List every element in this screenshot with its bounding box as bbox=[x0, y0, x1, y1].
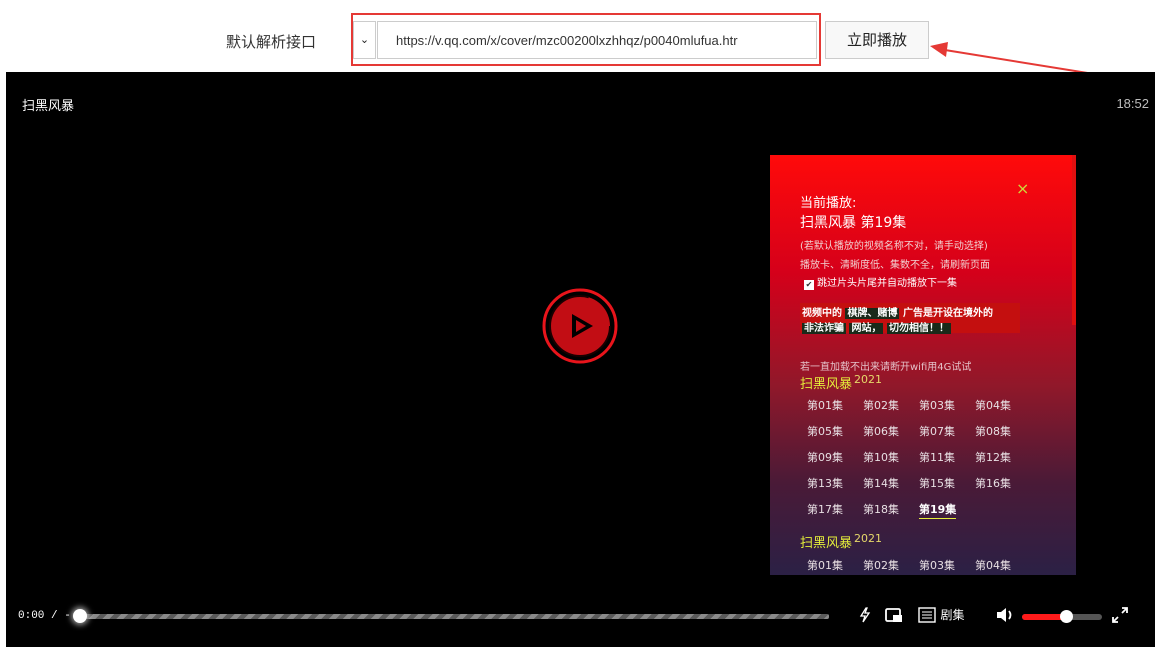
episode-item[interactable]: 第15集 bbox=[919, 475, 955, 491]
warning-highlight: 网站， bbox=[849, 323, 884, 334]
series-year: 2021 bbox=[854, 532, 883, 545]
fullscreen-icon[interactable] bbox=[1111, 603, 1129, 627]
episode-item[interactable]: 第12集 bbox=[975, 449, 1011, 465]
episode-item[interactable]: 第06集 bbox=[863, 423, 899, 439]
scam-warning: 视频中的 棋牌、赌博 广告是开设在境外的 非法诈骗 网站， 切勿相信！！ bbox=[800, 303, 1020, 334]
parser-toolbar: 默认解析接口 ⌄ 立即播放 bbox=[0, 0, 1155, 72]
play-circle-icon bbox=[542, 288, 618, 364]
chevron-down-icon: ⌄ bbox=[359, 33, 370, 46]
episode-item[interactable]: 第04集 bbox=[975, 397, 1011, 413]
series-title[interactable]: 扫黑风暴 2021 bbox=[800, 373, 882, 392]
series-name: 扫黑风暴 bbox=[800, 536, 853, 551]
episode-item[interactable]: 第10集 bbox=[863, 449, 899, 465]
episode-item[interactable]: 第07集 bbox=[919, 423, 955, 439]
warning-highlight: 非法诈骗 bbox=[802, 323, 846, 334]
episode-item[interactable]: 第04集 bbox=[975, 557, 1011, 573]
skip-intro-label: 跳过片头片尾并自动播放下一集 bbox=[817, 278, 957, 289]
progress-handle[interactable] bbox=[73, 609, 87, 623]
warning-highlight: 棋牌、赌博 bbox=[845, 308, 900, 319]
video-url-input[interactable] bbox=[377, 21, 817, 59]
list-icon bbox=[918, 607, 936, 623]
episode-item[interactable]: 第03集 bbox=[919, 557, 955, 573]
current-time: 0:00 / - bbox=[18, 610, 71, 622]
series-year: 2021 bbox=[854, 373, 883, 386]
episode-panel: × 当前播放: 扫黑风暴 第19集 (若默认播放的视频名称不对，请手动选择) 播… bbox=[770, 155, 1076, 575]
series-title[interactable]: 扫黑风暴 2021 bbox=[800, 532, 882, 551]
video-title: 扫黑风暴 bbox=[22, 99, 75, 114]
now-playing-title: 扫黑风暴 第19集 bbox=[800, 215, 907, 231]
checkbox-check-icon: ✔ bbox=[804, 280, 814, 290]
episodes-button[interactable]: 剧集 bbox=[918, 603, 964, 627]
video-player[interactable]: 扫黑风暴 18:52 × 当前播放: 扫黑风暴 第19集 (若默认播放的视频名称… bbox=[6, 72, 1155, 647]
episode-item[interactable]: 第11集 bbox=[919, 449, 955, 465]
episode-item[interactable]: 第14集 bbox=[863, 475, 899, 491]
warning-text: 广告是开设在境外的 bbox=[902, 308, 993, 319]
episode-item[interactable]: 第17集 bbox=[807, 501, 843, 517]
episode-item[interactable]: 第08集 bbox=[975, 423, 1011, 439]
episode-item[interactable]: 第13集 bbox=[807, 475, 843, 491]
clock: 18:52 bbox=[1116, 96, 1149, 111]
episode-item[interactable]: 第16集 bbox=[975, 475, 1011, 491]
episode-item[interactable]: 第01集 bbox=[807, 397, 843, 413]
parser-select-dropdown[interactable]: ⌄ bbox=[353, 21, 376, 59]
network-tip: 若一直加载不出来请断开wifi用4G试试 bbox=[800, 362, 972, 373]
hint-text: (若默认播放的视频名称不对，请手动选择) bbox=[800, 241, 988, 252]
big-play-button[interactable] bbox=[541, 287, 619, 369]
volume-icon[interactable] bbox=[996, 603, 1016, 627]
episode-item[interactable]: 第02集 bbox=[863, 397, 899, 413]
now-playing-label: 当前播放: bbox=[800, 196, 857, 211]
episode-item[interactable]: 第09集 bbox=[807, 449, 843, 465]
episodes-label: 剧集 bbox=[940, 608, 965, 622]
parser-label: 默认解析接口 bbox=[226, 33, 317, 51]
control-bar: 0:00 / - 剧集 bbox=[6, 595, 1155, 635]
episode-item[interactable]: 第18集 bbox=[863, 501, 899, 517]
skip-intro-checkbox[interactable]: ✔ 跳过片头片尾并自动播放下一集 bbox=[804, 274, 957, 290]
episode-item[interactable]: 第02集 bbox=[863, 557, 899, 573]
lightning-icon[interactable] bbox=[858, 603, 872, 627]
warning-highlight: 切勿相信！！ bbox=[886, 323, 951, 334]
play-now-button[interactable]: 立即播放 bbox=[825, 21, 929, 59]
episode-item[interactable]: 第03集 bbox=[919, 397, 955, 413]
close-icon[interactable]: × bbox=[1016, 179, 1029, 198]
warning-text: 视频中的 bbox=[802, 308, 842, 319]
panel-scrollbar[interactable] bbox=[1072, 155, 1076, 325]
volume-handle[interactable] bbox=[1060, 610, 1073, 623]
pip-icon[interactable] bbox=[885, 603, 903, 627]
episode-item[interactable]: 第05集 bbox=[807, 423, 843, 439]
episode-item[interactable]: 第19集 bbox=[919, 501, 957, 519]
episode-item[interactable]: 第01集 bbox=[807, 557, 843, 573]
hint-text: 播放卡、清晰度低、集数不全，请刷新页面 bbox=[800, 260, 990, 271]
series-name: 扫黑风暴 bbox=[800, 377, 853, 392]
progress-bar[interactable] bbox=[79, 614, 829, 619]
